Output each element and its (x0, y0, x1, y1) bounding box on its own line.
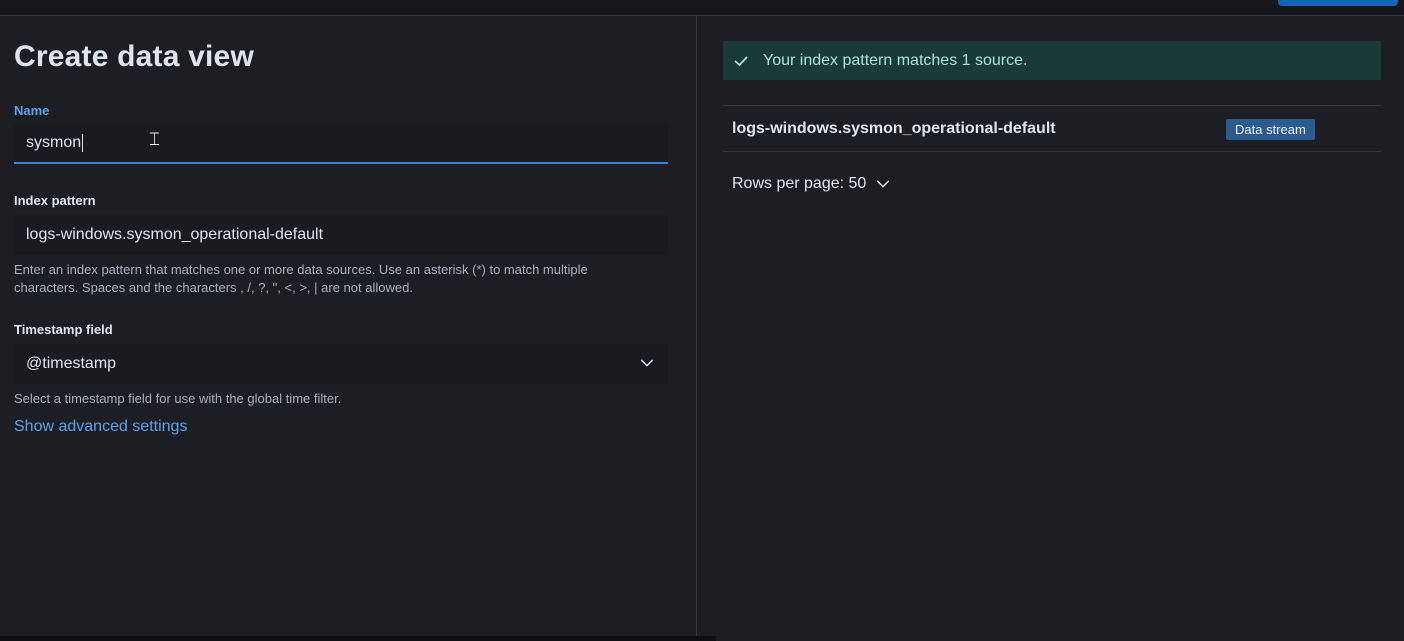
matching-sources-table: logs-windows.sysmon_operational-default … (723, 105, 1381, 152)
index-pattern-help-line-1: Enter an index pattern that matches one … (14, 262, 588, 277)
timestamp-field-label: Timestamp field (14, 322, 113, 337)
name-label: Name (14, 103, 50, 118)
index-pattern-input-value: logs-windows.sysmon_operational-default (26, 226, 324, 243)
index-preview-panel: Your index pattern matches 1 source. log… (697, 16, 1404, 641)
rows-per-page-button[interactable]: Rows per page: 50 (732, 175, 890, 193)
data-stream-badge: Data stream (1226, 119, 1315, 140)
rows-per-page-label: Rows per page: 50 (732, 175, 867, 192)
name-input-value: sysmon (26, 134, 82, 151)
timestamp-field-select[interactable]: @timestamp (14, 344, 668, 384)
name-input[interactable]: sysmon (14, 124, 668, 164)
chevron-down-icon (877, 180, 890, 188)
check-icon (734, 56, 748, 66)
show-advanced-settings-link[interactable]: Show advanced settings (14, 418, 187, 436)
chevron-down-icon (640, 359, 654, 367)
index-pattern-help-line-2: characters. Spaces and the characters , … (14, 280, 413, 295)
index-pattern-label: Index pattern (14, 193, 96, 208)
timestamp-help-text: Select a timestamp field for use with th… (14, 391, 342, 406)
text-caret (82, 134, 84, 152)
match-success-callout: Your index pattern matches 1 source. (723, 41, 1381, 80)
top-bar (0, 0, 1404, 16)
text-cursor-icon: ⌶ (149, 129, 160, 149)
table-row: logs-windows.sysmon_operational-default … (723, 105, 1381, 152)
top-primary-button[interactable] (1278, 0, 1398, 6)
index-pattern-help-text: Enter an index pattern that matches one … (14, 261, 654, 297)
bottom-scroll-strip (0, 636, 716, 641)
callout-text: Your index pattern matches 1 source. (763, 51, 1028, 69)
timestamp-field-value: @timestamp (26, 355, 117, 372)
create-data-view-form-panel: Create data view Name sysmon ⌶ Index pat… (0, 16, 696, 641)
page: Create data view Name sysmon ⌶ Index pat… (0, 0, 1404, 641)
source-name: logs-windows.sysmon_operational-default (732, 119, 1056, 137)
page-title: Create data view (14, 40, 254, 73)
index-pattern-input[interactable]: logs-windows.sysmon_operational-default (14, 215, 668, 255)
